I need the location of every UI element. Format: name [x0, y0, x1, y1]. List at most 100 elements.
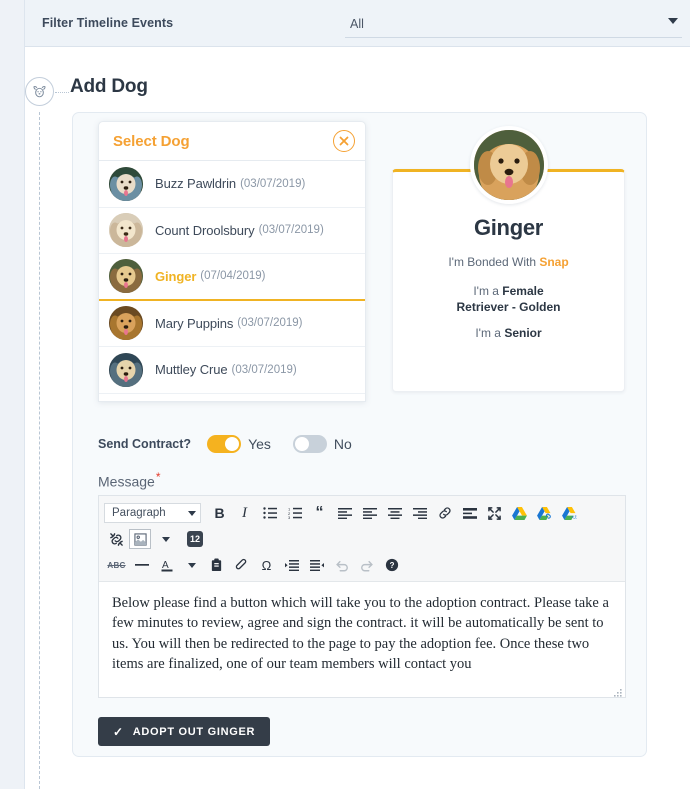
- google-drive-icon[interactable]: [507, 501, 532, 525]
- sex-prefix: I'm a: [473, 284, 503, 298]
- message-textarea[interactable]: Below please find a button which will ta…: [99, 582, 625, 696]
- font-size-icon[interactable]: 12: [187, 531, 203, 547]
- clear-format-icon[interactable]: [229, 553, 254, 577]
- timeline-line: [39, 112, 40, 789]
- select-dog-header: Select Dog: [98, 121, 366, 161]
- page-title: Add Dog: [70, 76, 148, 97]
- adopt-out-button[interactable]: ✓ ADOPT OUT GINGER: [98, 717, 271, 746]
- bonded-prefix: I'm Bonded With: [448, 255, 540, 269]
- message-label-text: Message: [98, 473, 155, 490]
- select-dog-panel: Select Dog Buzz Pawldrin (03/07/2019) Coun…: [98, 121, 366, 402]
- timeline-connector: [55, 92, 69, 93]
- dog-face-icon: [25, 77, 54, 106]
- bold-icon[interactable]: B: [207, 501, 232, 525]
- bonded-with-link[interactable]: Snap: [539, 255, 568, 269]
- strikethrough-icon[interactable]: ABC: [104, 553, 129, 577]
- redo-icon[interactable]: [354, 553, 379, 577]
- message-label: Message*: [98, 470, 160, 490]
- undo-icon[interactable]: [329, 553, 354, 577]
- dog-profile-card: Ginger I'm Bonded With Snap I'm a Female…: [392, 126, 625, 392]
- toolbar-row-3: ABC A Ω ?: [104, 552, 620, 578]
- age-prefix: I'm a: [475, 326, 505, 340]
- blockquote-icon[interactable]: “: [307, 501, 332, 525]
- svg-text:?: ?: [389, 561, 394, 570]
- check-icon: ✓: [113, 724, 124, 739]
- help-icon[interactable]: ?: [379, 553, 404, 577]
- dog-list-item[interactable]: Ginger (07/04/2019): [99, 254, 365, 301]
- dog-profile-avatar: [469, 126, 548, 204]
- dog-intake-date: (03/07/2019): [231, 363, 297, 376]
- special-char-icon[interactable]: Ω: [254, 553, 279, 577]
- left-rail: [0, 0, 25, 789]
- svg-text:</>: </>: [571, 515, 577, 520]
- dog-list-item[interactable]: Buzz Pawldrin (03/07/2019): [99, 161, 365, 208]
- select-dog-title: Select Dog: [113, 132, 190, 150]
- dog-age: Senior: [504, 326, 542, 340]
- dog-list[interactable]: Buzz Pawldrin (03/07/2019) Count Droolsbur…: [98, 161, 366, 402]
- message-editor: Paragraph B I 1 2 3 “ </ 12 ABC A Ω ? Be…: [98, 495, 626, 698]
- paste-icon[interactable]: [204, 553, 229, 577]
- align-left-icon[interactable]: [332, 501, 357, 525]
- toggle-knob: [225, 437, 240, 451]
- dog-profile-bonded: I'm Bonded With Snap: [393, 254, 624, 270]
- svg-text:A: A: [162, 560, 169, 571]
- numbered-list-icon[interactable]: 1 2 3: [282, 501, 307, 525]
- send-contract-row: Send Contract? Yes No: [98, 435, 374, 453]
- fullscreen-icon[interactable]: [482, 501, 507, 525]
- page-root: Filter Timeline Events All Add Dog Selec…: [0, 0, 690, 789]
- dog-breed: Retriever - Golden: [456, 300, 561, 314]
- align-right-icon[interactable]: [407, 501, 432, 525]
- filter-timeline-select[interactable]: All: [345, 10, 682, 38]
- textarea-resize-handle[interactable]: [613, 685, 623, 697]
- horizontal-rule-icon[interactable]: [457, 501, 482, 525]
- toggle-knob: [294, 437, 309, 451]
- chevron-down-icon: [188, 510, 196, 516]
- align-left-2-icon[interactable]: [357, 501, 382, 525]
- dog-profile-name: Ginger: [473, 215, 544, 240]
- image-icon[interactable]: [129, 529, 151, 549]
- link-icon[interactable]: [432, 501, 457, 525]
- send-contract-label: Send Contract?: [98, 437, 192, 451]
- dog-avatar: [109, 259, 143, 294]
- dog-sex: Female: [502, 284, 544, 298]
- close-icon[interactable]: [333, 130, 355, 152]
- align-center-icon[interactable]: [382, 501, 407, 525]
- dog-list-item[interactable]: Mary Puppins (03/07/2019): [99, 300, 365, 347]
- italic-icon[interactable]: I: [232, 501, 257, 525]
- filter-timeline-label: Filter Timeline Events: [42, 16, 174, 30]
- horizontal-line-icon[interactable]: [129, 553, 154, 577]
- paragraph-format-value: Paragraph: [112, 507, 166, 519]
- google-drive-embed-icon[interactable]: </>: [557, 501, 582, 525]
- editor-toolbar: Paragraph B I 1 2 3 “ </ 12 ABC A Ω ?: [99, 496, 625, 582]
- text-color-icon[interactable]: A: [154, 553, 179, 577]
- svg-text:3: 3: [288, 515, 291, 519]
- dog-avatar: [109, 213, 143, 248]
- dog-avatar: [109, 166, 143, 201]
- dog-avatar: [109, 306, 143, 341]
- dog-list-item[interactable]: Count Droolsbury (03/07/2019): [99, 207, 365, 254]
- outdent-icon[interactable]: [304, 553, 329, 577]
- google-drive-link-icon[interactable]: [532, 501, 557, 525]
- indent-icon[interactable]: [279, 553, 304, 577]
- bullet-list-icon[interactable]: [257, 501, 282, 525]
- dog-name: Ginger: [155, 268, 197, 284]
- send-contract-yes-toggle[interactable]: [207, 435, 242, 453]
- add-dog-card: Select Dog Buzz Pawldrin (03/07/2019) Coun…: [72, 112, 647, 757]
- dog-intake-date: (03/07/2019): [237, 317, 303, 330]
- dog-name: Muttley Crue: [155, 362, 228, 378]
- unlink-icon[interactable]: [104, 527, 129, 551]
- dog-intake-date: (03/07/2019): [240, 177, 306, 190]
- toolbar-row-2: 12: [104, 526, 620, 552]
- filter-timeline-select-value: All: [350, 16, 364, 31]
- send-contract-no-toggle[interactable]: [292, 435, 327, 453]
- send-contract-no-label: No: [333, 436, 352, 452]
- dog-list-item[interactable]: Muttley Crue (03/07/2019): [99, 347, 365, 394]
- dog-profile-age: I'm a Senior: [393, 325, 624, 341]
- dog-name: Count Droolsbury: [155, 222, 255, 238]
- toolbar-row-1: Paragraph B I 1 2 3 “ </: [104, 500, 620, 526]
- dog-name: Mary Puppins: [155, 315, 234, 331]
- image-options-chevron-icon[interactable]: [153, 527, 178, 551]
- dog-avatar: [109, 352, 143, 387]
- text-color-chevron-icon[interactable]: [179, 553, 204, 577]
- paragraph-format-select[interactable]: Paragraph: [104, 503, 201, 523]
